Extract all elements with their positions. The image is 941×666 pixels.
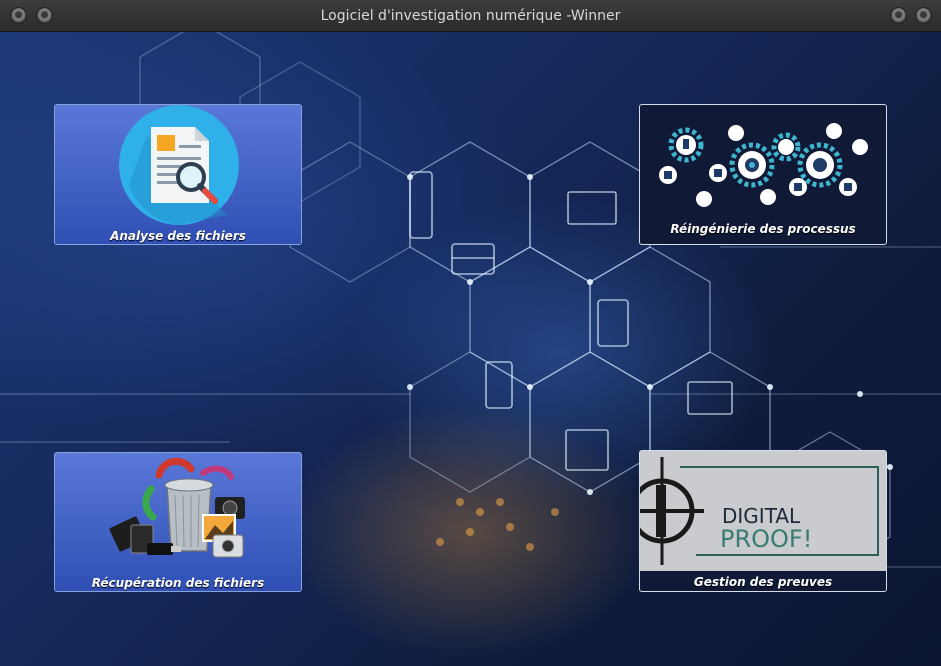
tile-reingenierie-processus[interactable]: Réingénierie des processus [639,104,887,245]
tile-label-recuperation: Récupération des fichiers [91,576,265,590]
tile-analyse-fichiers[interactable]: Analyse des fichiers [54,104,302,245]
tile-recuperation-fichiers[interactable]: Récupération des fichiers [54,452,302,592]
process-gears-icon [659,123,868,207]
tile-label-gestion: Gestion des preuves [693,575,833,589]
window-minimize-button[interactable] [890,7,907,24]
window-title: Logiciel d'investigation numérique -Winn… [320,8,621,24]
tile-label-analyse: Analyse des fichiers [110,229,246,243]
tile-gestion-preuves[interactable]: DIGITAL PROOF! Gestion des preuves [639,450,887,592]
document-search-icon [119,105,239,225]
digital-proof-line2: PROOF! [720,525,812,553]
digital-proof-logo: DIGITAL PROOF! [640,451,886,573]
window-close-button[interactable] [915,7,932,24]
tile-label-reingenierie: Réingénierie des processus [670,222,856,236]
window-title-bar[interactable]: Logiciel d'investigation numérique -Winn… [0,0,941,32]
file-recovery-icon [109,457,245,558]
